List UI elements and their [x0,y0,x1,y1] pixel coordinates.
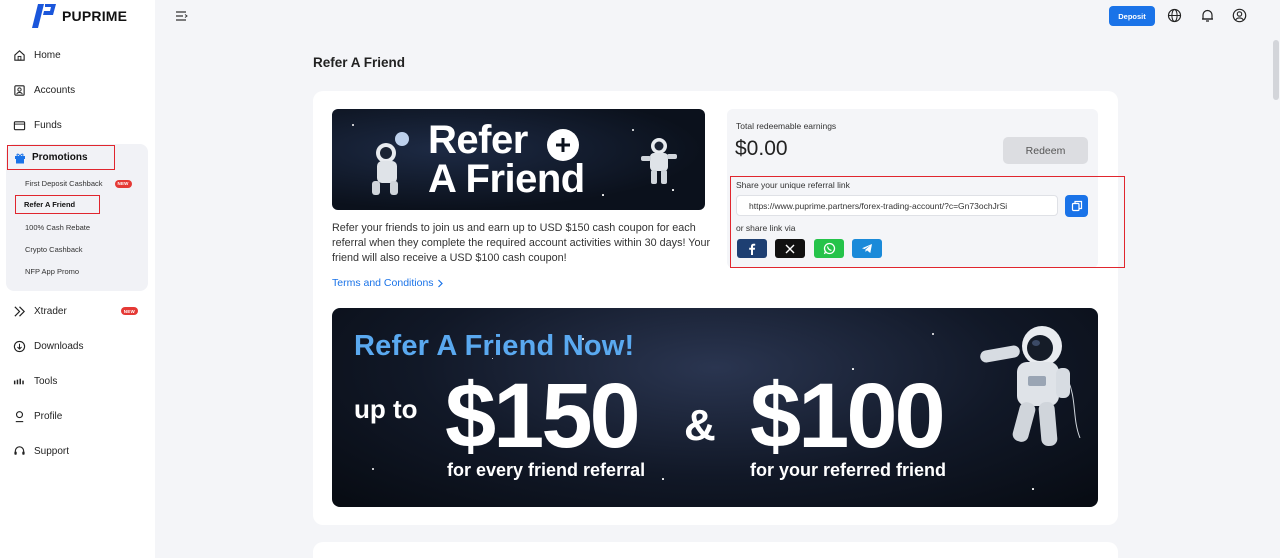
promo-item-crypto-cashback[interactable]: Crypto Cashback [25,245,83,254]
earnings-label: Total redeemable earnings [736,121,837,131]
scrollbar-thumb[interactable] [1273,40,1279,100]
sidebar-item-profile[interactable]: Profile [12,409,62,423]
brand-name: PUPRIME [62,8,128,24]
share-link-label: Share your unique referral link [736,180,850,190]
copy-icon [1071,200,1082,212]
sidebar-item-label: Tools [34,375,58,387]
puprime-logo-icon [32,4,56,28]
accounts-icon [12,83,26,97]
telegram-icon [862,244,872,253]
xtrader-icon [12,304,26,318]
sidebar-item-support[interactable]: Support [12,444,69,458]
sidebar-item-label: Support [34,445,70,457]
sidebar-item-label: Accounts [34,84,76,96]
share-whatsapp-button[interactable] [814,239,844,258]
promo-item-cash-rebate[interactable]: 100% Cash Rebate [25,223,90,232]
download-icon [12,339,26,353]
share-telegram-button[interactable] [852,239,882,258]
sidebar-item-accounts[interactable]: Accounts [12,83,75,97]
profile-icon [12,409,26,423]
terms-and-conditions-link[interactable]: Terms and Conditions [332,277,444,289]
sidebar-item-downloads[interactable]: Downloads [12,339,83,353]
sidebar-item-label: Profile [34,410,63,422]
promo-item-first-deposit-cashback[interactable]: First Deposit Cashback NEW [25,179,132,188]
wallet-icon [12,118,26,132]
promo-item-nfp-app-promo[interactable]: NFP App Promo [25,267,79,276]
tools-icon [12,374,26,388]
menu-toggle-icon[interactable] [175,9,189,23]
refer-hero-image: Refer A Friend [332,109,705,210]
globe-icon[interactable] [1167,8,1182,23]
sidebar-item-home[interactable]: Home [12,48,61,62]
new-badge: NEW [120,307,138,315]
promo-item-refer-a-friend[interactable]: Refer A Friend [15,195,100,214]
banner-sub-referrer: for every friend referral [447,460,646,480]
banner-ampersand: & [684,401,716,450]
new-badge: NEW [114,179,132,188]
sidebar-item-xtrader[interactable]: Xtrader NEW [12,304,138,318]
brand-logo[interactable]: PUPRIME [30,2,127,30]
promo-item-label: First Deposit Cashback [25,179,103,188]
bell-icon[interactable] [1200,8,1215,23]
promo-item-label: NFP App Promo [25,267,80,276]
sidebar: PUPRIME Home Accounts Funds Promotions F… [0,0,155,558]
banner-sub-friend: for your referred friend [750,460,947,480]
chevron-right-icon [437,279,443,287]
secondary-card [313,542,1118,558]
home-icon [12,48,26,62]
referral-description: Refer your friends to join us and earn u… [332,222,711,264]
share-facebook-button[interactable] [737,239,767,258]
banner-up-to: up to [354,394,418,424]
whatsapp-icon [823,242,835,255]
sidebar-item-label: Xtrader [34,305,67,317]
banner-amount-referrer: $150 [445,365,641,467]
astronaut-illustration-icon [372,132,409,195]
account-icon[interactable] [1232,8,1247,23]
promo-item-label: Crypto Cashback [25,245,83,254]
page-title: Refer A Friend [313,55,406,70]
earnings-value: $0.00 [735,137,788,160]
redeem-button[interactable]: Redeem [1003,137,1088,164]
deposit-button[interactable]: Deposit [1109,6,1155,26]
referral-link-input[interactable] [736,195,1058,216]
share-x-button[interactable] [775,239,805,258]
terms-label: Terms and Conditions [332,277,434,289]
sidebar-item-label: Downloads [34,340,84,352]
astronaut-banner-icon [980,326,1081,447]
share-via-label: or share link via [736,223,796,233]
astronaut-floating-icon [641,138,677,184]
hero-title-line2: A Friend [428,157,585,201]
sidebar-item-funds[interactable]: Funds [12,118,62,132]
banner-title: Refer A Friend Now! [354,330,635,362]
sidebar-item-tools[interactable]: Tools [12,374,57,388]
plus-icon [547,129,579,161]
support-icon [12,444,26,458]
promo-item-label: Refer A Friend [24,200,76,209]
copy-link-button[interactable] [1065,195,1088,217]
facebook-icon [749,243,756,255]
banner-amount-friend: $100 [750,365,946,467]
sidebar-item-label: Funds [34,119,62,131]
promo-item-label: 100% Cash Rebate [25,223,91,232]
gift-icon [15,153,25,163]
x-icon [785,244,795,253]
sidebar-item-promotions[interactable]: Promotions [7,145,115,170]
sidebar-item-label: Home [34,49,61,61]
sidebar-item-label: Promotions [32,152,88,163]
refer-now-banner: Refer A Friend Now! up to $150 & $100 fo… [332,308,1098,507]
scrollbar-track[interactable] [1272,40,1280,558]
